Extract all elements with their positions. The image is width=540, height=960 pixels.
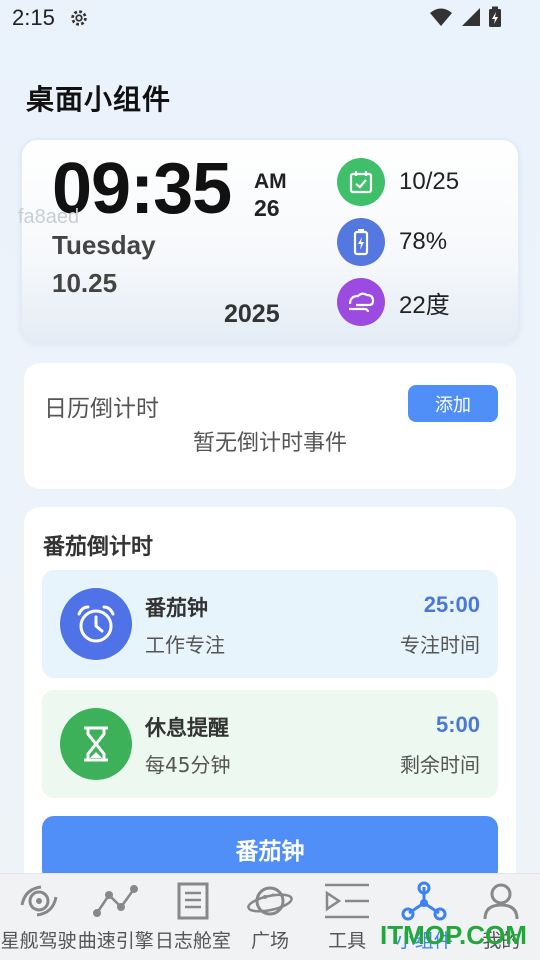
pomodoro-rest-name: 休息提醒 — [145, 716, 229, 740]
pomodoro-rest-item[interactable]: 休息提醒 每45分钟 5:00 剩余时间 — [42, 690, 498, 798]
widget-color-tag: fa8aed — [18, 206, 80, 228]
status-icons — [430, 6, 502, 28]
pomodoro-rest-value: 5:00 — [435, 712, 480, 737]
hourglass-icon — [60, 708, 132, 780]
status-bar: 2:15 — [0, 0, 540, 36]
year-label: 2025 — [224, 300, 280, 328]
profile-icon — [481, 880, 521, 922]
site-watermark: ITMOP.COM — [380, 920, 527, 950]
nav-item-spaceship[interactable]: 星舰驾驶 — [0, 874, 77, 960]
battery-charging-icon — [337, 218, 385, 266]
pomodoro-rest-value-label: 剩余时间 — [400, 753, 480, 777]
nav-item-tools[interactable]: 工具 — [309, 874, 386, 960]
date-label: 10.25 — [52, 268, 118, 298]
battery-icon — [489, 6, 501, 27]
pomodoro-rest-sub: 每45分钟 — [145, 753, 231, 777]
pomodoro-work-sub: 工作专注 — [145, 633, 225, 657]
tools-icon — [323, 880, 371, 922]
status-time: 2:15 — [12, 5, 55, 30]
clock-seconds: 26 — [254, 195, 280, 221]
weather-wind-icon — [337, 278, 385, 326]
calendar-countdown-title: 日历倒计时 — [44, 396, 159, 422]
info-row-date: 10/25 — [337, 158, 459, 206]
pomodoro-card: 番茄倒计时 番茄钟 工作专注 25:00 专注时间 休息提醒 每45分钟 5:0… — [24, 507, 516, 887]
nav-item-network[interactable]: 曲速引擎 — [77, 874, 154, 960]
nav-item-plaza[interactable]: 广场 — [231, 874, 308, 960]
nav-item-log[interactable]: 日志舱室 — [154, 874, 231, 960]
calendar-countdown-card: 日历倒计时 添加 暂无倒计时事件 — [24, 363, 516, 489]
nav-label: 星舰驾驶 — [0, 930, 77, 952]
settings-gear-icon — [71, 10, 87, 26]
add-countdown-button[interactable]: 添加 — [408, 385, 498, 422]
clock-ampm: AM — [254, 170, 287, 193]
nav-label: 日志舱室 — [154, 930, 231, 952]
nav-label: 曲速引擎 — [77, 930, 154, 952]
pomodoro-work-name: 番茄钟 — [145, 596, 208, 620]
info-battery-text: 78% — [399, 228, 448, 255]
nav-label: 广场 — [250, 930, 289, 952]
pomodoro-work-item[interactable]: 番茄钟 工作专注 25:00 专注时间 — [42, 570, 498, 678]
info-row-battery: 78% — [337, 218, 447, 266]
calendar-check-icon — [337, 158, 385, 206]
info-weather-text: 22度 — [399, 291, 450, 319]
planet-icon — [246, 880, 294, 922]
nav-label: 工具 — [328, 930, 367, 952]
spaceship-icon — [17, 880, 61, 922]
network-icon — [92, 880, 140, 922]
page-title: 桌面小组件 — [26, 83, 172, 116]
pomodoro-work-value-label: 专注时间 — [400, 633, 480, 657]
widget-nodes-icon — [401, 880, 447, 922]
alarm-clock-icon — [60, 588, 132, 660]
signal-icon — [462, 8, 480, 26]
weekday-label: Tuesday — [52, 230, 156, 260]
info-date-text: 10/25 — [399, 168, 460, 195]
pomodoro-title: 番茄倒计时 — [43, 535, 154, 560]
clock-widget-card[interactable]: 09:35 AM 26 fa8aed Tuesday 10.25 2025 10… — [18, 138, 520, 343]
log-icon — [176, 880, 210, 922]
info-row-weather: 22度 — [337, 278, 450, 326]
pomodoro-work-value: 25:00 — [423, 592, 480, 617]
wifi-icon — [430, 8, 452, 26]
empty-countdown-text: 暂无倒计时事件 — [192, 431, 347, 456]
